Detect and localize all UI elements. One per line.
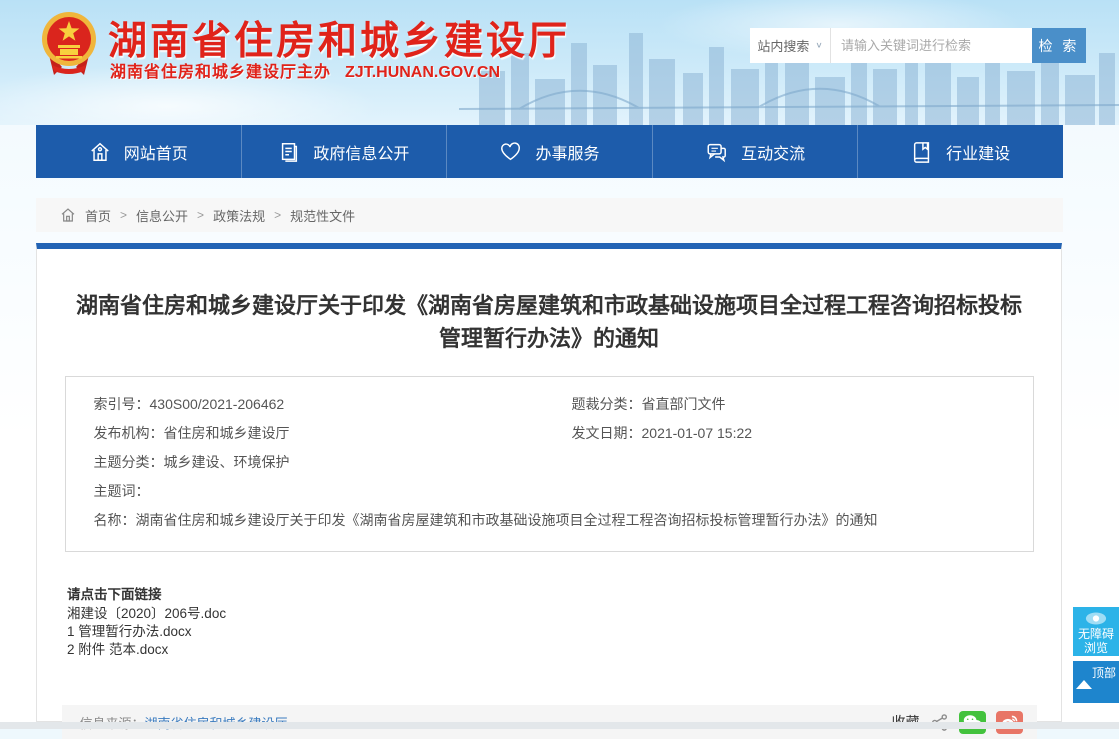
- page-bottom-strip: [0, 722, 1119, 729]
- site-url: ZJT.HUNAN.GOV.CN: [345, 64, 500, 81]
- nav-item-services[interactable]: 办事服务: [446, 125, 652, 178]
- eye-icon: [1085, 612, 1107, 625]
- top-label: 顶部: [1092, 666, 1116, 680]
- breadcrumb-item-normative-docs[interactable]: 规范性文件: [290, 206, 355, 225]
- document-icon: [278, 141, 300, 163]
- arrow-up-icon: [1076, 666, 1092, 689]
- nav-item-home[interactable]: 网站首页: [36, 125, 241, 178]
- site-header: 湖南省住房和城乡建设厅 湖南省住房和城乡建设厅主办ZJT.HUNAN.GOV.C…: [0, 0, 1119, 125]
- chevron-down-icon: ∨: [815, 41, 822, 50]
- site-subtitle: 湖南省住房和城乡建设厅主办 ZJT.HUNAN.GOV.CN: [110, 58, 500, 82]
- meta-keywords: 主题词：: [94, 477, 572, 506]
- accessibility-label: 无障碍浏览: [1078, 627, 1114, 655]
- nav-item-gov-info[interactable]: 政府信息公开: [241, 125, 447, 178]
- attachment-link-template[interactable]: 2 附件 范本.docx: [67, 641, 1061, 659]
- breadcrumb-separator: >: [120, 208, 127, 222]
- chat-icon: [705, 141, 728, 163]
- attachment-link-measures[interactable]: 1 管理暂行办法.docx: [67, 623, 1061, 641]
- article-container: 湖南省住房和城乡建设厅关于印发《湖南省房屋建筑和市政基础设施项目全过程工程咨询招…: [36, 243, 1062, 722]
- book-icon: [911, 141, 933, 163]
- accessibility-button[interactable]: 无障碍浏览: [1073, 607, 1119, 656]
- site-sponsor: 湖南省住房和城乡建设厅主办: [110, 64, 331, 81]
- nav-label: 网站首页: [124, 140, 188, 164]
- meta-index: 索引号：430S00/2021-206462: [94, 390, 572, 419]
- nav-label: 政府信息公开: [313, 140, 409, 164]
- breadcrumb: 首页 > 信息公开 > 政策法规 > 规范性文件: [36, 198, 1063, 232]
- breadcrumb-item-info[interactable]: 信息公开: [136, 206, 188, 225]
- breadcrumb-separator: >: [197, 208, 204, 222]
- search-scope-label: 站内搜索: [757, 36, 809, 55]
- nav-item-industry[interactable]: 行业建设: [857, 125, 1063, 178]
- article-meta-box: 索引号：430S00/2021-206462 题裁分类：省直部门文件 发布机构：…: [65, 376, 1034, 552]
- home-icon: [89, 141, 111, 163]
- search-scope-select[interactable]: 站内搜索 ∨: [750, 28, 831, 63]
- meta-genre: 题裁分类：省直部门文件: [572, 390, 1023, 419]
- nav-label: 行业建设: [946, 140, 1010, 164]
- search-input[interactable]: [831, 28, 1032, 63]
- national-emblem-logo: [40, 7, 98, 79]
- breadcrumb-separator: >: [274, 208, 281, 222]
- meta-title: 名称：湖南省住房和城乡建设厅关于印发《湖南省房屋建筑和市政基础设施项目全过程工程…: [94, 506, 1023, 535]
- meta-pub-date: 发文日期：2021-01-07 15:22: [572, 419, 1023, 448]
- main-nav: 网站首页 政府信息公开 办事服务 互动交流 行业建设: [36, 125, 1063, 178]
- search-button[interactable]: 检 索: [1032, 28, 1086, 63]
- breadcrumb-item-policy[interactable]: 政策法规: [213, 206, 265, 225]
- nav-label: 互动交流: [741, 140, 805, 164]
- article-title: 湖南省住房和城乡建设厅关于印发《湖南省房屋建筑和市政基础设施项目全过程工程咨询招…: [74, 289, 1024, 355]
- breadcrumb-item-home[interactable]: 首页: [85, 206, 111, 225]
- meta-topic-category: 主题分类：城乡建设、环境保护: [94, 448, 572, 477]
- meta-publisher: 发布机构：省住房和城乡建设厅: [94, 419, 572, 448]
- home-icon: [60, 207, 76, 223]
- links-heading: 请点击下面链接: [67, 586, 1061, 604]
- nav-label: 办事服务: [535, 140, 599, 164]
- attachment-links: 请点击下面链接 湘建设〔2020〕206号.doc 1 管理暂行办法.docx …: [67, 586, 1061, 659]
- heart-icon: [499, 141, 522, 163]
- site-search: 站内搜索 ∨ 检 索: [750, 28, 1086, 63]
- attachment-link-doc[interactable]: 湘建设〔2020〕206号.doc: [67, 605, 1061, 623]
- nav-item-interaction[interactable]: 互动交流: [652, 125, 858, 178]
- back-to-top-button[interactable]: 顶部: [1073, 661, 1119, 703]
